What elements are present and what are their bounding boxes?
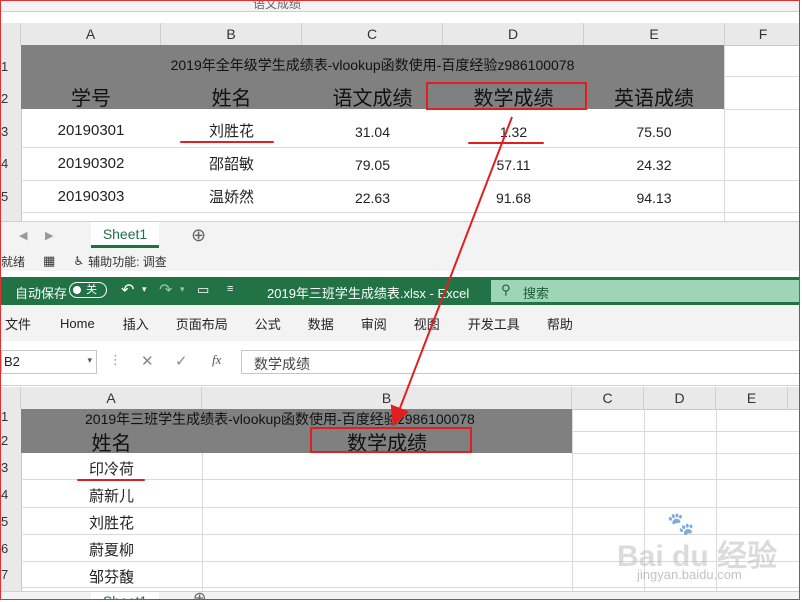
arrow-line <box>390 116 513 427</box>
paw-icon: 🐾 <box>667 511 695 536</box>
screenshot-frame: 语文成绩 A B C D E F 1 2 3 4 5 2019年全年级学生成绩表… <box>0 0 800 600</box>
baidu-watermark-url: jingyan.baidu.com <box>637 567 742 582</box>
